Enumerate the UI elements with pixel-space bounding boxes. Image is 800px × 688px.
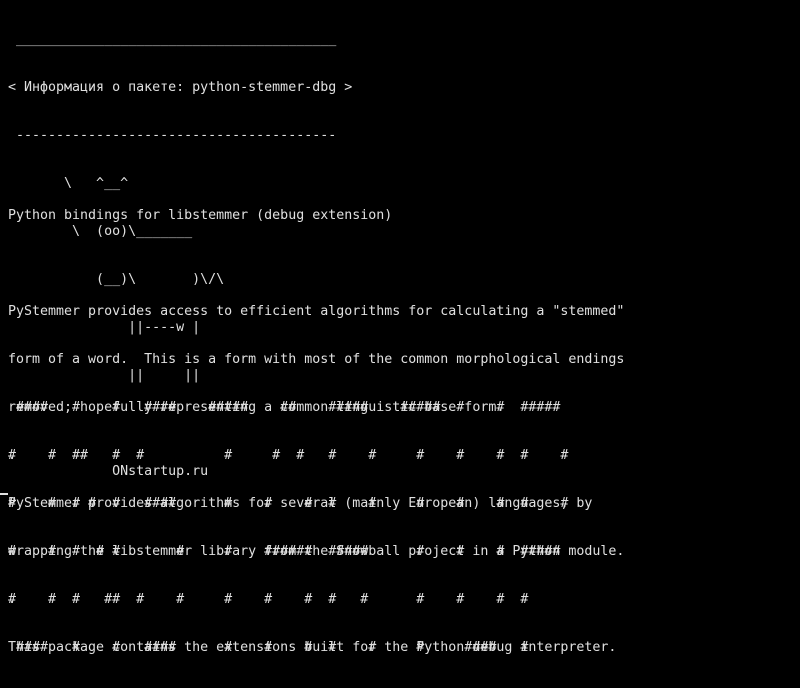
cowsay-top-border: ________________________________________ xyxy=(8,32,337,47)
text-cursor xyxy=(0,493,8,495)
ascii-banner: #### # # #### ##### ## ##### ##### # # #… xyxy=(8,368,568,688)
banner-line: # # # ## # # # # # # # # # # # xyxy=(8,592,529,607)
cowsay-message: < Информация о пакете: python-stemmer-db… xyxy=(8,80,353,95)
banner-line: # # # # # # # ###### ##### # # # ##### xyxy=(8,544,561,559)
description-line: form of a word. This is a form with most… xyxy=(8,352,625,367)
banner-line: # # ## # # # # # # # # # # # # xyxy=(8,448,569,463)
banner-line: # # # # # #### # # # # # # # # # # xyxy=(8,496,569,511)
terminal-screen[interactable]: ________________________________________… xyxy=(0,0,800,655)
banner-line: #### # # #### # # # # # # #### # xyxy=(8,640,529,655)
cowsay-bottom-border: ---------------------------------------- xyxy=(8,128,337,143)
description-line xyxy=(8,256,624,272)
banner-line: #### # # #### ##### ## ##### ##### # # #… xyxy=(8,400,561,415)
description-summary: Python bindings for libstemmer (debug ex… xyxy=(8,208,393,223)
description-line: PyStemmer provides access to efficient a… xyxy=(8,304,625,319)
